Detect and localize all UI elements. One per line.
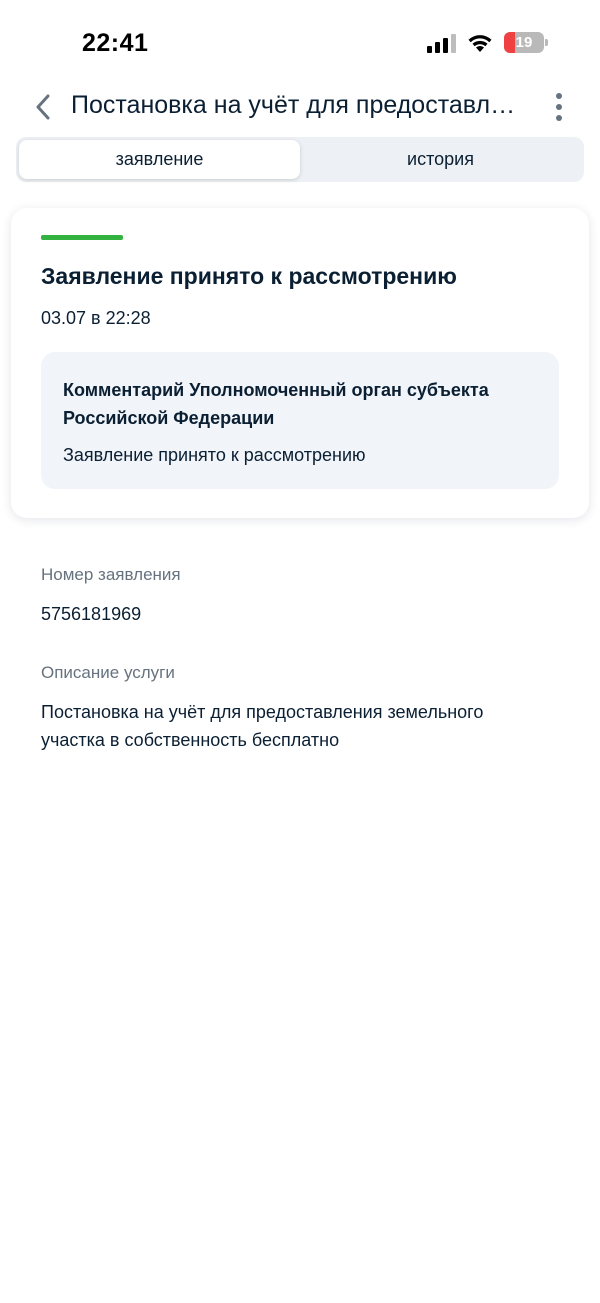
application-number-value: 5756181969 (41, 604, 142, 624)
header: Постановка на учёт для предоставления зе… (0, 80, 600, 134)
status-icons: 19 (427, 32, 548, 53)
status-date: 03.07 в 22:28 (41, 308, 151, 328)
service-description-value: Постановка на учёт для предоставления зе… (41, 702, 484, 750)
more-button[interactable] (546, 92, 572, 122)
battery-level: 19 (515, 34, 533, 51)
back-button[interactable] (28, 92, 58, 122)
page-title: Постановка на учёт для предоставления зе… (71, 91, 525, 119)
signal-icon (427, 33, 456, 53)
comment-text: Заявление принято к рассмотрению (63, 445, 366, 465)
battery-icon: 19 (504, 32, 548, 53)
chevron-left-icon (36, 94, 50, 120)
status-time: 22:41 (82, 29, 149, 57)
application-number-label: Номер заявления (41, 565, 181, 584)
more-vertical-icon (556, 93, 562, 99)
comment-title: Комментарий Уполномоченный орган субъект… (63, 380, 489, 428)
tab-application[interactable]: заявление (19, 140, 300, 179)
status-title: Заявление принято к рассмотрению (41, 263, 457, 289)
status-card: Заявление принято к рассмотрению 03.07 в… (11, 208, 589, 518)
segmented-tabs: заявление история (16, 137, 584, 182)
status-bar: 22:41 19 (0, 0, 600, 80)
wifi-icon (468, 35, 492, 52)
comment-box: Комментарий Уполномоченный орган субъект… (41, 352, 559, 489)
tab-history[interactable]: история (300, 140, 581, 179)
status-indicator (41, 235, 123, 240)
service-description-label: Описание услуги (41, 663, 175, 682)
